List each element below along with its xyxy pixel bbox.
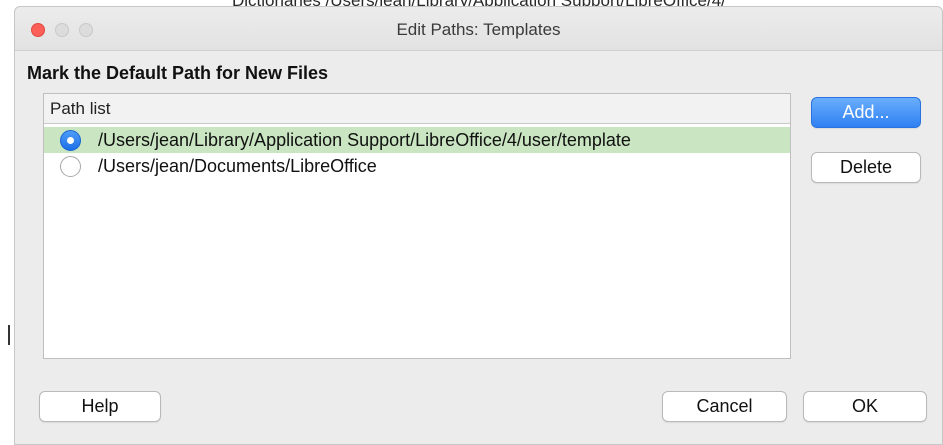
delete-button[interactable]: Delete [811, 152, 921, 183]
ok-button[interactable]: OK [803, 391, 927, 422]
window-title: Edit Paths: Templates [396, 20, 561, 39]
path-text: /Users/jean/Library/Application Support/… [98, 129, 631, 150]
cancel-button[interactable]: Cancel [662, 391, 787, 422]
background-edge-mark [8, 325, 10, 345]
path-list-item[interactable]: /Users/jean/Library/Application Support/… [44, 127, 790, 153]
radio-checked-icon[interactable] [60, 129, 81, 151]
section-heading: Mark the Default Path for New Files [27, 63, 329, 83]
title-bar: Edit Paths: Templates [15, 7, 942, 51]
path-list[interactable]: Path list /Users/jean/Library/Applicatio… [43, 93, 791, 359]
path-list-item[interactable]: /Users/jean/Documents/LibreOffice [44, 153, 790, 179]
radio-dot [67, 136, 74, 144]
radio-unchecked-icon[interactable] [60, 155, 81, 177]
path-list-header[interactable]: Path list [44, 94, 790, 124]
path-text: /Users/jean/Documents/LibreOffice [98, 155, 377, 176]
edit-paths-dialog: Edit Paths: Templates Mark the Default P… [14, 6, 943, 445]
add-button[interactable]: Add... [811, 97, 921, 128]
help-button[interactable]: Help [39, 391, 161, 422]
